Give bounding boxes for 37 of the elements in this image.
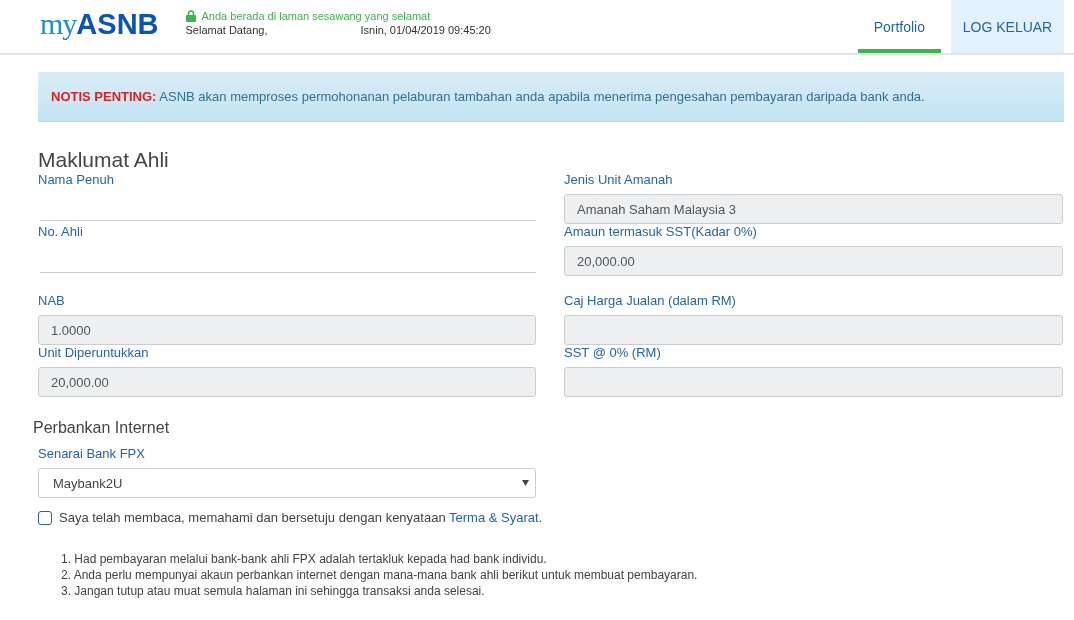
note-text: 3. Jangan tutup atau muat semula halaman ini sehingga transaksi anda selesai. bbox=[61, 583, 486, 599]
secure-message: Anda berada di laman sesawang yang selamat bbox=[201, 10, 431, 22]
section-title: Perbankan Internet bbox=[33, 419, 171, 437]
input-field[interactable] bbox=[564, 315, 1063, 345]
input-field[interactable]: 20,000.00 bbox=[564, 246, 1063, 276]
logo: myASNB bbox=[40, 8, 159, 40]
padlock-icon bbox=[185, 10, 196, 22]
note-text: 1. Had pembayaran melalui bank-bank ahli FPX adalah tertakluk kepada had bank individu. bbox=[61, 551, 548, 567]
terms-link[interactable]: Terma & Syarat. bbox=[449, 510, 543, 525]
greeting: Selamat Datang, bbox=[185, 24, 269, 36]
input-field[interactable] bbox=[564, 367, 1063, 397]
field-label: Jenis Unit Amanah bbox=[564, 172, 674, 188]
field-label: Senarai Bank FPX bbox=[38, 446, 145, 461]
field-value: Amanah Saham Malaysia 3 bbox=[577, 201, 736, 217]
checkbox[interactable] bbox=[38, 510, 52, 525]
section-title: Maklumat Ahli bbox=[38, 148, 170, 172]
bank-dropdown[interactable]: Maybank2U bbox=[38, 468, 536, 498]
input-field[interactable]: 20,000.00 bbox=[38, 367, 536, 397]
input-field[interactable]: 1.0000 bbox=[38, 315, 536, 345]
agreement-text: Saya telah membaca, memahami dan bersetuju dengan kenyataan Terma & Syarat. bbox=[59, 510, 543, 525]
notice-text: NOTIS PENTING: ASNB akan memproses permohonanan pelaburan tambahan anda apabila menerima pengesahan pembayaran daripada bank anda. bbox=[51, 89, 925, 104]
field-label: Caj Harga Jualan (dalam RM) bbox=[564, 293, 737, 309]
field-label: Nama Penuh bbox=[38, 172, 115, 188]
input-field[interactable]: Amanah Saham Malaysia 3 bbox=[564, 194, 1063, 224]
caret-icon bbox=[522, 480, 529, 486]
nav-tab[interactable]: Portfolio bbox=[857, 0, 941, 53]
field-value: 20,000.00 bbox=[51, 374, 109, 390]
field-label: Unit Diperuntukkan bbox=[38, 345, 150, 361]
field-label: SST @ 0% (RM) bbox=[564, 345, 662, 361]
field-label: Amaun termasuk SST(Kadar 0%) bbox=[564, 224, 758, 240]
field-label: NAB bbox=[38, 293, 66, 309]
logout-button[interactable]: LOG KELUAR bbox=[951, 0, 1064, 53]
note-text: 2. Anda perlu mempunyai akaun perbankan internet dengan mana-mana bank ahli berikut untuk membuat pembayaran. bbox=[61, 567, 699, 583]
field-label: No. Ahli bbox=[38, 224, 84, 240]
field-value: 20,000.00 bbox=[577, 253, 635, 269]
datetime: Isnin, 01/04/2019 09:45:20 bbox=[360, 24, 491, 36]
field-value: 1.0000 bbox=[51, 322, 91, 338]
